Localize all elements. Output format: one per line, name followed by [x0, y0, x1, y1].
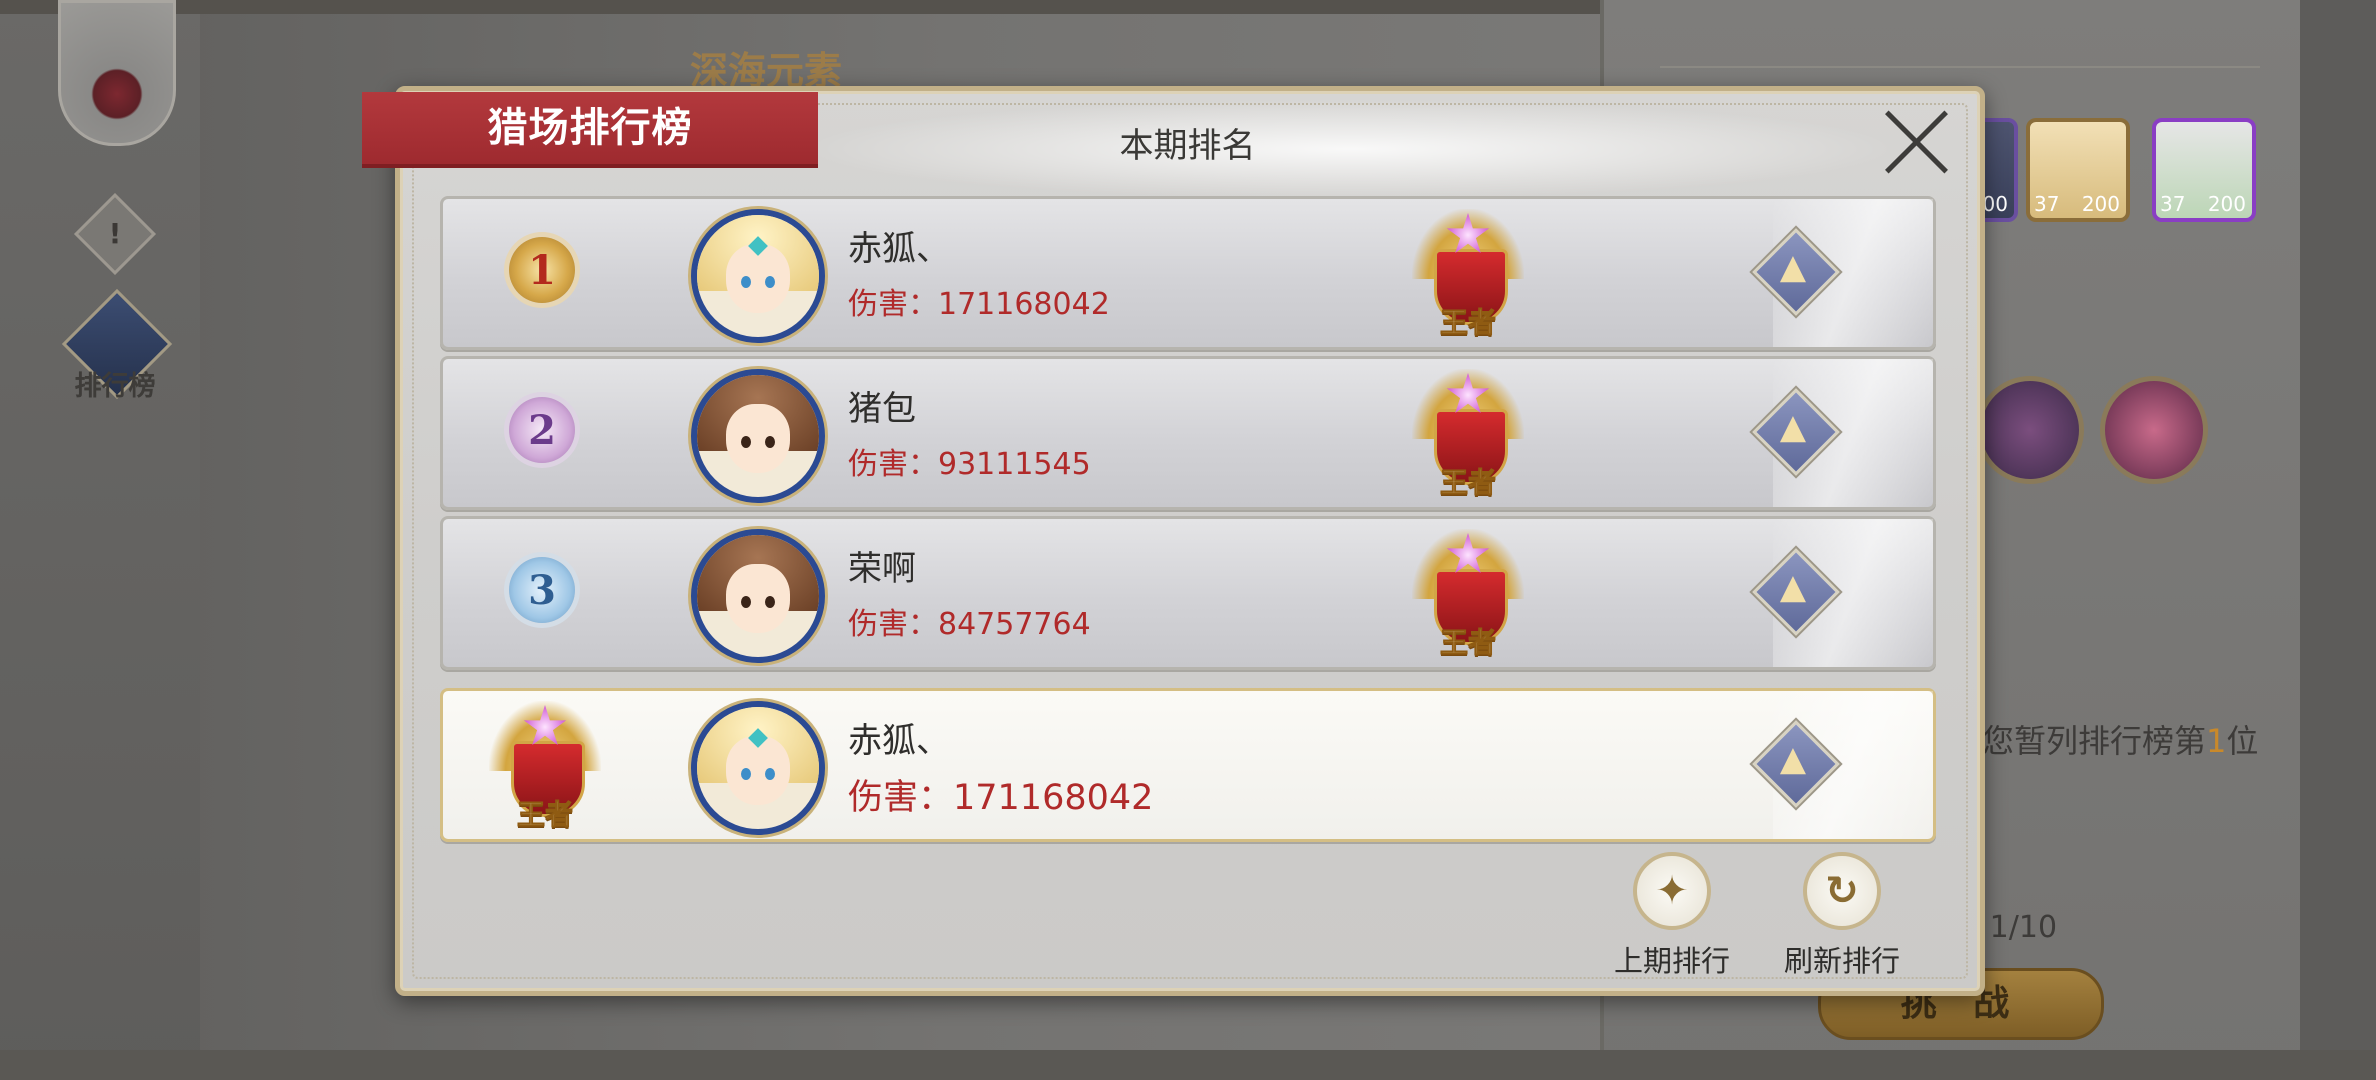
header-glow — [800, 99, 1900, 199]
player-damage: 伤害：93111545 — [848, 447, 1091, 482]
leaderboard-label: 排行榜 — [74, 371, 156, 402]
previous-ranking-button[interactable]: ✦ 上期排行 — [1602, 852, 1742, 980]
ranking-row: 1 赤狐、 伤害：171168042 王者 ▲ — [440, 196, 1936, 350]
player-damage: 伤害：171168042 — [848, 778, 1154, 818]
tier-emblem-icon: 王者 — [485, 695, 605, 832]
player-avatar[interactable] — [691, 369, 825, 503]
player-avatar[interactable] — [691, 701, 825, 835]
like-button[interactable]: ▲ — [1752, 228, 1840, 316]
like-button[interactable]: ▲ — [1752, 388, 1840, 476]
player-avatar[interactable] — [691, 529, 825, 663]
current-period-label: 本期排名 — [1119, 126, 1256, 166]
player-name: 猪包 — [848, 389, 916, 429]
player-name: 荣啊 — [848, 549, 916, 589]
hero-card-level: 37 — [2034, 192, 2060, 216]
previous-ranking-icon: ✦ — [1633, 852, 1711, 930]
previous-ranking-label: 上期排行 — [1613, 944, 1730, 978]
tier-label: 王者 — [1439, 626, 1496, 660]
hero-card-count: 200 — [2081, 192, 2120, 216]
refresh-ranking-label: 刷新排行 — [1783, 944, 1900, 978]
hero-card-count: 00 — [1982, 192, 2008, 216]
skill-icon[interactable] — [1976, 376, 2084, 484]
tier-label: 王者 — [1439, 466, 1496, 500]
player-name: 赤狐、 — [848, 721, 950, 761]
tier-emblem-icon: 王者 — [1408, 523, 1528, 660]
player-damage: 伤害：171168042 — [848, 287, 1110, 322]
rank-badge: 3 — [509, 557, 575, 623]
rank-suffix: 位 — [2226, 722, 2259, 760]
like-button[interactable]: ▲ — [1752, 548, 1840, 636]
modal-title-tab: 猎场排行榜 — [362, 92, 818, 168]
rank-number: 1 — [2206, 722, 2227, 760]
tier-emblem-icon: 王者 — [1408, 203, 1528, 340]
rank-prefix: 您暂列排行榜第 — [1982, 722, 2207, 760]
tier-label: 王者 — [516, 798, 573, 832]
left-sidebar — [0, 0, 200, 1080]
close-icon[interactable] — [1880, 104, 1956, 180]
tier-emblem-icon: 王者 — [1408, 363, 1528, 500]
hero-card[interactable]: 37 200 — [2152, 118, 2256, 222]
player-damage: 伤害：84757764 — [848, 607, 1091, 642]
tier-label: 王者 — [1439, 306, 1496, 340]
bottom-bar — [0, 1050, 2376, 1080]
self-ranking-row: 王者 赤狐、 伤害：171168042 ▲ — [440, 688, 1936, 842]
attempts-value: 1/10 — [1989, 910, 2058, 945]
hero-card-level: 37 — [2160, 192, 2186, 216]
decor-line — [1660, 66, 2260, 68]
skill-icon[interactable] — [2100, 376, 2208, 484]
refresh-icon: ↻ — [1803, 852, 1881, 930]
guild-emblem-icon[interactable] — [58, 0, 176, 146]
player-avatar[interactable] — [691, 209, 825, 343]
ranking-row: 2 猪包 伤害：93111545 王者 ▲ — [440, 356, 1936, 510]
player-name: 赤狐、 — [848, 229, 950, 269]
rank-badge: 2 — [509, 397, 575, 463]
current-rank-text: 您暂列排行榜第1位 — [1982, 716, 2258, 762]
rank-badge: 1 — [509, 237, 575, 303]
right-edge — [2300, 0, 2376, 1080]
ranking-row: 3 荣啊 伤害：84757764 王者 ▲ — [440, 516, 1936, 670]
like-button[interactable]: ▲ — [1752, 720, 1840, 808]
hero-card-count: 200 — [2207, 192, 2246, 216]
hero-card[interactable]: 37 200 — [2026, 118, 2130, 222]
refresh-ranking-button[interactable]: ↻ 刷新排行 — [1772, 852, 1912, 980]
modal-title: 猎场排行榜 — [487, 105, 693, 151]
